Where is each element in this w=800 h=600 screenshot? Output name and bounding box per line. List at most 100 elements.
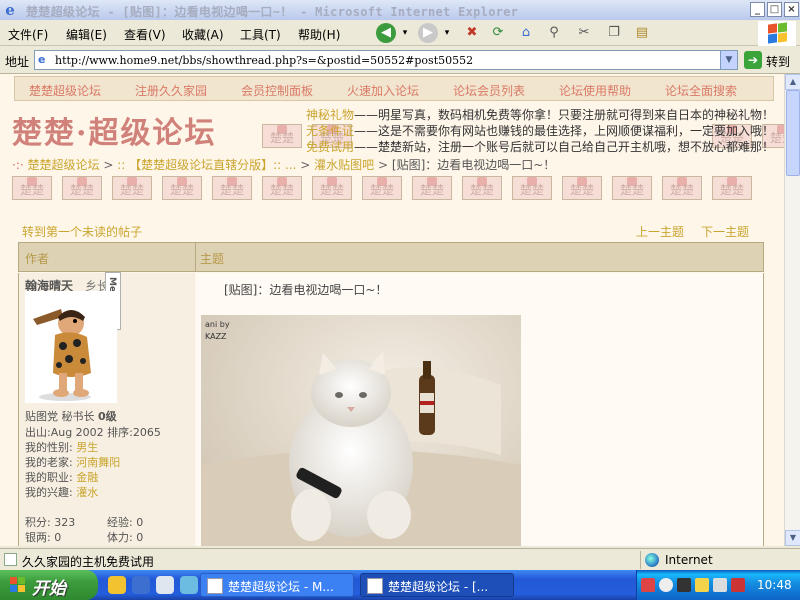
search-icon[interactable]: ⚲ [544, 23, 564, 43]
tray-app-icon[interactable] [641, 578, 655, 592]
outlook-icon[interactable] [156, 576, 174, 594]
maximize-button[interactable]: □ [767, 2, 782, 17]
start-label: 开始 [32, 579, 66, 599]
decor-tile: 楚楚 [562, 176, 602, 200]
prev-thread-link[interactable]: 上一主题 [636, 223, 684, 240]
ie-logo-icon: e [5, 1, 15, 19]
breadcrumb-current: [贴图]：边看电视边喝一口~！ [391, 158, 556, 172]
address-bar: 地址 e http://www.home9.net/bbs/showthread… [0, 47, 800, 74]
nav-item-home[interactable]: 楚楚超级论坛 [29, 82, 101, 99]
next-thread-link[interactable]: 下一主题 [701, 223, 749, 240]
menu-file[interactable]: 文件(F) [8, 26, 48, 43]
stop-icon[interactable]: ✖ [462, 23, 482, 43]
scroll-up-icon[interactable]: ▲ [785, 74, 800, 90]
go-arrow-icon[interactable]: ➔ [744, 51, 762, 69]
forward-dropdown-icon[interactable]: ▾ [442, 23, 452, 43]
user-joined: 出山:Aug 2002 排序:2065 [25, 426, 161, 439]
security-zone: Internet [640, 551, 796, 569]
taskbar: 开始 楚楚超级论坛 - M... 楚楚超级论坛 - [... 10:48 [0, 570, 800, 600]
breadcrumb-item[interactable]: 灌水贴图吧 [314, 158, 374, 172]
nav-item-members[interactable]: 论坛会员列表 [453, 82, 525, 99]
status-page-icon [4, 553, 17, 566]
breadcrumb-item[interactable]: 楚楚超级论坛 [28, 158, 100, 172]
nav-item-control-panel[interactable]: 会员控制面板 [241, 82, 313, 99]
tray-security-icon[interactable] [731, 578, 745, 592]
tray-network-icon[interactable] [695, 578, 709, 592]
decor-tile: 楚楚 [112, 176, 152, 200]
decor-tile: 楚楚 [612, 176, 652, 200]
ie-page-icon [367, 578, 383, 594]
close-button[interactable]: × [784, 2, 799, 17]
decor-tile: 楚楚 [12, 176, 52, 200]
qq-icon[interactable] [108, 576, 126, 594]
user-rank: 贴图党 秘书长 0级 [25, 410, 117, 423]
decor-tile: 楚楚 [262, 176, 302, 200]
breadcrumb-item[interactable]: :: 【楚楚超级论坛直辖分版】:: ... [117, 158, 296, 172]
nav-item-join[interactable]: 火速加入论坛 [347, 82, 419, 99]
clock: 10:48 [757, 578, 792, 592]
post-table-header: 作者 主题 [18, 242, 764, 272]
internet-globe-icon [645, 553, 659, 567]
zone-label: Internet [665, 553, 713, 567]
task-button-1[interactable]: 楚楚超级论坛 - M... [200, 573, 354, 597]
promo-line[interactable]: 无条件证——这是不需要你有网站也赚钱的最佳选择，上网顺便谋福利，一定要加入哦！ [306, 122, 774, 139]
menu-view[interactable]: 查看(V) [124, 26, 166, 43]
menu-edit[interactable]: 编辑(E) [66, 26, 107, 43]
home-icon[interactable]: ⌂ [516, 23, 536, 43]
start-button[interactable]: 开始 [0, 570, 98, 600]
author-header: 作者 [25, 252, 50, 266]
decor-tile: 楚楚 [362, 176, 402, 200]
decor-tile: 楚楚 [512, 176, 552, 200]
go-button[interactable]: 转到 [766, 53, 790, 70]
back-dropdown-icon[interactable]: ▾ [400, 23, 410, 43]
decor-tile: 楚楚 [412, 176, 452, 200]
status-bar: 久久家园的主机免费试用 Internet [0, 548, 800, 570]
copy-icon[interactable]: ❐ [604, 23, 624, 43]
vertical-scrollbar[interactable]: ▲ ▼ [784, 74, 800, 546]
decor-tile: 楚楚 [262, 124, 302, 148]
address-dropdown-icon[interactable]: ▼ [720, 51, 737, 69]
user-interest: 我的兴趣: 灌水 [25, 486, 99, 499]
nav-item-help[interactable]: 论坛使用帮助 [559, 82, 631, 99]
ie-quicklaunch-icon[interactable] [132, 576, 150, 594]
cut-icon[interactable]: ✂ [574, 23, 594, 43]
show-desktop-icon[interactable] [180, 576, 198, 594]
scroll-down-icon[interactable]: ▼ [785, 530, 800, 546]
decor-tile: 楚楚 [662, 176, 702, 200]
tray-msn-icon[interactable] [677, 578, 691, 592]
first-unread-link[interactable]: 转到第一个未读的帖子 [22, 223, 142, 240]
address-url[interactable]: http://www.home9.net/bbs/showthread.php?… [55, 54, 473, 67]
refresh-icon[interactable]: ⟳ [488, 23, 508, 43]
user-job: 我的职业: 金融 [25, 471, 99, 484]
promo-line[interactable]: 神秘礼物——明星写真，数码相机免费等你拿！只要注册就可得到来自日本的神秘礼物！ [306, 106, 774, 123]
user-hometown: 我的老家: 河南舞阳 [25, 456, 121, 469]
promo-line[interactable]: 免费试用——楚楚新站，注册一个账号后就可以自己给自己开主机哦，想不放心都难那！ [306, 138, 774, 155]
minimize-button[interactable]: _ [750, 2, 765, 17]
decor-tile: 楚楚 [462, 176, 502, 200]
menu-help[interactable]: 帮助(H) [298, 26, 340, 43]
address-input[interactable]: e http://www.home9.net/bbs/showthread.ph… [34, 50, 738, 70]
menu-favorites[interactable]: 收藏(A) [182, 26, 224, 43]
decor-tile: 楚楚 [62, 176, 102, 200]
decor-tile: 楚楚 [162, 176, 202, 200]
nav-item-search[interactable]: 论坛全面搜索 [665, 82, 737, 99]
tray-collapse-icon[interactable] [659, 578, 673, 592]
ie-page-icon [207, 578, 223, 594]
task-button-2[interactable]: 楚楚超级论坛 - [... [360, 573, 514, 597]
thread-actions: 转到第一个未读的帖子 上一主题 下一主题 [18, 220, 762, 240]
back-icon[interactable]: ◀ [376, 23, 396, 43]
user-stats: 银两: 0 体力: 0 [25, 531, 144, 544]
breadcrumb-icon: ·:· [12, 158, 24, 172]
decor-tile: 楚楚 [312, 176, 352, 200]
tray-volume-icon[interactable] [713, 578, 727, 592]
forward-icon[interactable]: ▶ [418, 23, 438, 43]
title-bar: e 楚楚超级论坛 - [贴图]：边看电视边喝一口~！ - Microsoft I… [0, 0, 800, 20]
address-label: 地址 [5, 55, 30, 69]
menu-tools[interactable]: 工具(T) [240, 26, 281, 43]
forum-logo[interactable]: 楚楚·超级论坛 [12, 108, 216, 152]
scroll-thumb[interactable] [786, 90, 800, 176]
paste-icon[interactable]: ▤ [632, 23, 652, 43]
user-gender: 我的性别: 男生 [25, 441, 99, 454]
nav-item-register[interactable]: 注册久久家园 [135, 82, 207, 99]
windows-logo-icon [758, 21, 796, 46]
